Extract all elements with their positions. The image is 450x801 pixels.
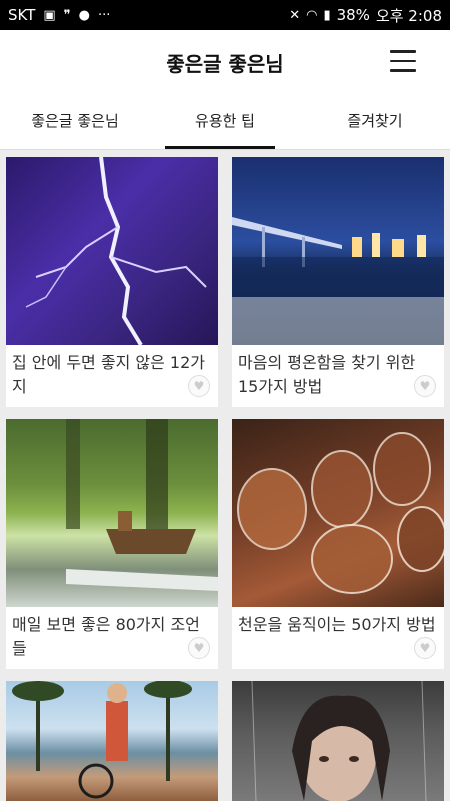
rain-portrait-image bbox=[232, 681, 444, 801]
card[interactable]: 천운을 움직이는 50가지 방법 ♥ bbox=[232, 419, 444, 669]
heart-icon[interactable]: ♥ bbox=[188, 637, 210, 659]
boat-image bbox=[6, 419, 218, 607]
app-title: 좋은글 좋은님 bbox=[166, 52, 284, 76]
gallery-icon: ▣ bbox=[43, 7, 56, 23]
clock-label: 오후 2:08 bbox=[375, 6, 442, 25]
card-grid: 집 안에 두면 좋지 않은 12가지 ♥ 마음의 평온함을 찾기 위한 15가지… bbox=[6, 157, 444, 801]
menu-icon[interactable] bbox=[390, 50, 416, 72]
chat-icon: ● bbox=[78, 7, 90, 23]
card-title: 집 안에 두면 좋지 않은 12가지 bbox=[12, 353, 205, 396]
card-title: 천운을 움직이는 50가지 방법 bbox=[238, 615, 436, 634]
card[interactable] bbox=[232, 681, 444, 801]
card[interactable]: 매일 보면 좋은 80가지 조언들 ♥ bbox=[6, 419, 218, 669]
cyclist-image bbox=[6, 681, 218, 801]
card-title: 마음의 평온함을 찾기 위한 15가지 방법 bbox=[238, 353, 416, 396]
lightning-image bbox=[6, 157, 218, 345]
signal-icon: ▮ bbox=[323, 7, 331, 23]
card[interactable] bbox=[6, 681, 218, 801]
card[interactable]: 마음의 평온함을 찾기 위한 15가지 방법 ♥ bbox=[232, 157, 444, 407]
mute-icon: ✕ bbox=[289, 7, 301, 23]
card-title: 매일 보면 좋은 80가지 조언들 bbox=[12, 615, 200, 658]
more-icon: ··· bbox=[98, 7, 111, 23]
app-bar: 좋은글 좋은님 bbox=[0, 30, 450, 94]
heart-icon[interactable]: ♥ bbox=[188, 375, 210, 397]
wine-glasses-image bbox=[232, 419, 444, 607]
tab-good-writing[interactable]: 좋은글 좋은님 bbox=[0, 94, 150, 149]
bridge-image bbox=[232, 157, 444, 345]
quote-icon: ❞ bbox=[63, 7, 71, 23]
carrier-label: SKT bbox=[8, 6, 36, 24]
wifi-icon: ◠ bbox=[306, 7, 318, 23]
battery-label: 38% bbox=[336, 6, 370, 24]
status-bar: SKT ▣ ❞ ● ··· ✕ ◠ ▮ 38% 오후 2:08 bbox=[0, 0, 450, 30]
tab-bar: 좋은글 좋은님 유용한 팁 즐겨찾기 bbox=[0, 94, 450, 150]
tab-useful-tips[interactable]: 유용한 팁 bbox=[150, 94, 300, 149]
heart-icon[interactable]: ♥ bbox=[414, 375, 436, 397]
card[interactable]: 집 안에 두면 좋지 않은 12가지 ♥ bbox=[6, 157, 218, 407]
heart-icon[interactable]: ♥ bbox=[414, 637, 436, 659]
tab-favorites[interactable]: 즐겨찾기 bbox=[300, 94, 450, 149]
